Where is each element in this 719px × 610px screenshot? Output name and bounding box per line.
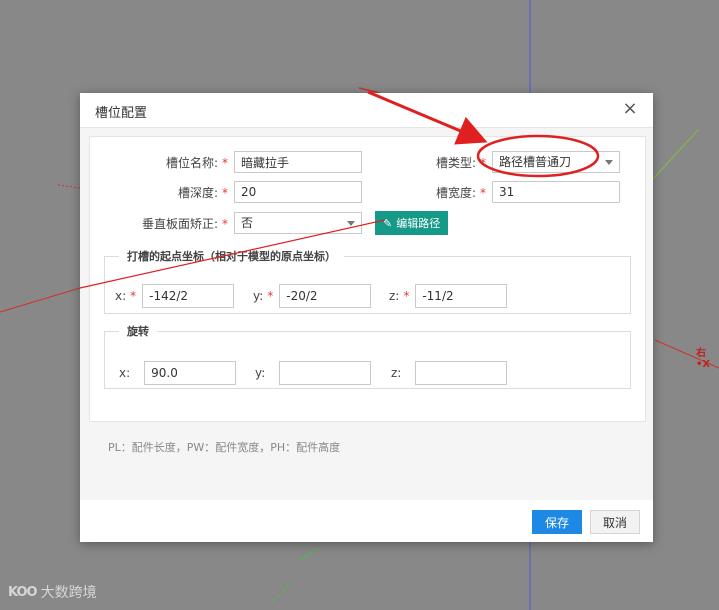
rotation-z-input[interactable]	[415, 361, 508, 385]
dialog-body: 槽位名称: * 槽类型: * 路径槽普通刀 槽深度: *	[80, 128, 653, 500]
rotation-y-row: y:	[255, 361, 372, 385]
pencil-icon: ✎	[383, 216, 393, 230]
rotation-z-row: z:	[391, 361, 508, 385]
slot-depth-input[interactable]	[234, 181, 362, 203]
slot-width-label-text: 槽宽度:	[435, 185, 476, 200]
slot-width-row: 槽宽度: *	[400, 181, 620, 203]
slot-name-row: 槽位名称: *	[90, 151, 362, 173]
slot-type-value: 路径槽普通刀	[499, 155, 572, 169]
start-z-input[interactable]	[415, 284, 508, 308]
start-y-label: y: *	[253, 289, 273, 303]
dialog-header: 槽位配置 ×	[80, 93, 653, 128]
start-y-label-text: y:	[253, 289, 264, 303]
dialog-footer: 保存 取消	[80, 500, 653, 542]
rotation-x-input[interactable]	[144, 361, 237, 385]
slot-type-label-text: 槽类型:	[435, 155, 476, 170]
axis-label: 右 •X	[696, 348, 711, 370]
required-mark: *	[267, 289, 274, 303]
slot-depth-row: 槽深度: *	[90, 181, 362, 203]
required-mark: *	[130, 289, 137, 303]
slot-config-dialog: 槽位配置 × 槽位名称: * 槽类型: * 路径槽普通刀	[80, 93, 653, 542]
vertical-correction-row: 垂直板面矫正: * 否 ✎ 编辑路径	[90, 211, 449, 235]
slot-width-label: 槽宽度: *	[400, 184, 486, 201]
rotation-legend: 旋转	[127, 325, 149, 338]
edit-path-button[interactable]: ✎ 编辑路径	[375, 211, 449, 235]
start-x-row: x: *	[115, 284, 235, 308]
watermark-logo: KOO	[8, 584, 38, 600]
vertical-correction-label: 垂直板面矫正: *	[90, 215, 228, 232]
rotation-x-row: x:	[119, 361, 237, 385]
required-mark: *	[222, 216, 228, 231]
watermark: KOO 大数跨境	[8, 582, 97, 602]
required-mark: *	[222, 155, 228, 170]
watermark-text: 大数跨境	[40, 585, 97, 601]
rotation-group: 旋转 x: y: z:	[104, 323, 631, 389]
rotation-y-label: y:	[255, 366, 266, 380]
rotation-z-label: z:	[391, 366, 402, 380]
close-icon[interactable]: ×	[621, 100, 639, 118]
rotation-x-label: x:	[119, 366, 131, 380]
start-x-label: x: *	[115, 289, 136, 303]
form-panel: 槽位名称: * 槽类型: * 路径槽普通刀 槽深度: *	[89, 136, 646, 454]
slot-name-input[interactable]	[234, 151, 362, 173]
required-mark: *	[222, 185, 228, 200]
slot-name-label-text: 槽位名称:	[165, 155, 218, 170]
start-z-label: z: *	[389, 289, 409, 303]
dialog-title: 槽位配置	[95, 106, 148, 121]
slot-depth-label-text: 槽深度:	[177, 185, 218, 200]
vertical-correction-value: 否	[241, 216, 254, 230]
slot-type-label: 槽类型: *	[400, 154, 486, 171]
slot-type-select[interactable]: 路径槽普通刀	[492, 151, 620, 173]
save-button[interactable]: 保存	[532, 510, 582, 534]
vertical-correction-label-text: 垂直板面矫正:	[141, 216, 218, 231]
vertical-correction-select[interactable]: 否	[234, 212, 362, 234]
hint-text: PL：配件长度，PW：配件宽度，PH：配件高度	[108, 441, 341, 454]
start-point-legend: 打槽的起点坐标（相对于模型的原点坐标）	[127, 250, 336, 263]
required-mark: *	[480, 155, 486, 170]
start-z-label-text: z:	[389, 289, 400, 303]
slot-width-input[interactable]	[492, 181, 620, 203]
edit-path-label: 编辑路径	[396, 217, 441, 230]
start-y-row: y: *	[253, 284, 372, 308]
required-mark: *	[403, 289, 410, 303]
start-y-input[interactable]	[279, 284, 372, 308]
chevron-down-icon	[347, 221, 355, 226]
required-mark: *	[480, 185, 486, 200]
start-point-group: 打槽的起点坐标（相对于模型的原点坐标） x:* y:* z:*	[104, 248, 631, 314]
slot-name-label: 槽位名称: *	[90, 154, 228, 171]
start-x-input[interactable]	[142, 284, 235, 308]
slot-type-row: 槽类型: * 路径槽普通刀	[400, 151, 620, 173]
cancel-button[interactable]: 取消	[590, 510, 640, 534]
start-z-row: z: *	[389, 284, 508, 308]
start-x-label-text: x:	[115, 289, 127, 303]
rotation-y-input[interactable]	[279, 361, 372, 385]
slot-depth-label: 槽深度: *	[90, 184, 228, 201]
chevron-down-icon	[605, 160, 613, 165]
